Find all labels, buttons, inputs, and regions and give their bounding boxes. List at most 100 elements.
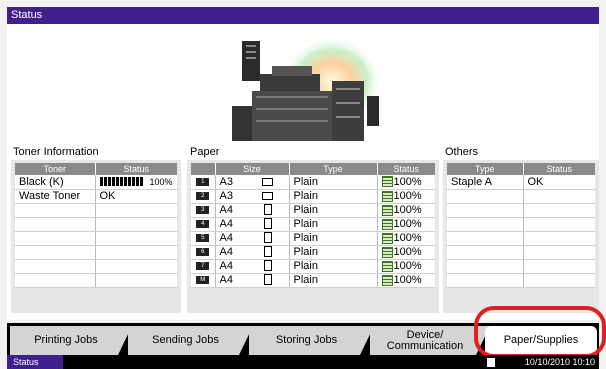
paper-level-percent: 100% [393, 274, 422, 286]
tab-storing-jobs[interactable]: Storing Jobs [249, 326, 374, 355]
paper-status: 100% [377, 217, 435, 232]
paper-header-status: Status [377, 163, 435, 175]
window-title: Status [7, 7, 599, 24]
paper-size-label: A4 [219, 245, 233, 258]
tray-cell: 5 [191, 231, 216, 246]
tray-icon: 1 [196, 177, 210, 186]
highlight-circle [474, 306, 606, 358]
table-row: 5 A4 Plain 100% [191, 231, 435, 246]
paper-stack-icon [381, 246, 393, 258]
table-row: 6 A4 Plain 100% [191, 245, 435, 260]
paper-level-percent: 100% [393, 190, 422, 202]
toner-table: Toner Status Black (K) 100% Waste Toner … [15, 163, 177, 288]
table-row: 2 A3 Plain 100% [191, 189, 435, 204]
others-panel: Type Status Staple A OK [443, 160, 599, 313]
tray-icon: 2 [196, 192, 210, 201]
paper-type: Plain [289, 175, 378, 190]
table-row: Waste Toner OK [15, 189, 177, 204]
paper-type: Plain [289, 189, 378, 204]
paper-stack-icon [381, 176, 393, 188]
others-section-title: Others [445, 146, 479, 158]
others-status: OK [523, 175, 595, 190]
table-row [15, 217, 177, 232]
table-row [447, 231, 595, 246]
tray-icon: M [196, 276, 210, 285]
others-type: Staple A [447, 175, 524, 190]
paper-status: 100% [377, 245, 435, 260]
paper-level-percent: 100% [393, 218, 422, 230]
tray-cell: 2 [191, 189, 216, 204]
tray-cell: M [191, 273, 216, 288]
toner-level-bar [99, 177, 144, 187]
paper-table: Size Type Status 1 A3 Plain 100% 2 A3 Plain 100… [191, 163, 435, 288]
paper-size-label: A4 [219, 259, 233, 272]
paper-size-label: A3 [219, 175, 233, 188]
paper-size: A3 [215, 175, 290, 190]
tray-icon: 5 [196, 234, 210, 243]
table-row: Staple A OK [447, 175, 595, 190]
tab-device-communication[interactable]: Device/ Communication [370, 326, 490, 355]
paper-stack-icon [381, 274, 393, 286]
paper-stack-icon [381, 204, 393, 216]
paper-level-percent: 100% [393, 175, 422, 188]
paper-level-percent: 100% [393, 204, 422, 216]
status-content: Toner Information Paper Others Toner Sta… [7, 24, 599, 320]
paper-status: 100% [377, 259, 435, 274]
tab-sending-jobs[interactable]: Sending Jobs [128, 326, 253, 355]
paper-type: Plain [289, 273, 378, 288]
table-row [15, 273, 177, 288]
paper-size: A4 [215, 259, 290, 274]
toner-name: Black (K) [15, 175, 96, 190]
table-row [15, 231, 177, 246]
toner-panel: Toner Status Black (K) 100% Waste Toner … [11, 160, 181, 313]
table-row: Black (K) 100% [15, 175, 177, 190]
toner-header-status: Status [95, 163, 177, 175]
toner-section-title: Toner Information [13, 146, 99, 158]
paper-size: A4 [215, 245, 290, 260]
tray-cell: 3 [191, 203, 216, 218]
paper-portrait-icon [263, 246, 272, 258]
paper-stack-icon [381, 190, 393, 202]
paper-portrait-icon [263, 218, 272, 230]
paper-stack-icon [381, 232, 393, 244]
tray-cell: 1 [191, 175, 216, 190]
table-row [15, 245, 177, 260]
paper-status: 100% [377, 203, 435, 218]
table-row: 4 A4 Plain 100% [191, 217, 435, 232]
paper-status: 100% [377, 189, 435, 204]
paper-type: Plain [289, 231, 378, 246]
paper-size-label: A4 [219, 217, 233, 230]
tray-icon: 6 [196, 248, 210, 257]
paper-portrait-icon [263, 274, 272, 286]
table-row [447, 189, 595, 204]
table-row [447, 259, 595, 274]
others-header-type: Type [447, 163, 524, 175]
table-row [15, 203, 177, 218]
others-table: Type Status Staple A OK [447, 163, 595, 288]
table-row [447, 245, 595, 260]
status-button[interactable]: Status [7, 355, 63, 369]
toner-status: 100% [95, 175, 177, 190]
status-bar: Status 10/10/2010 10:10 [7, 355, 599, 369]
paper-size: A4 [215, 231, 290, 246]
paper-level-percent: 100% [393, 232, 422, 244]
table-row [447, 273, 595, 288]
paper-type: Plain [289, 245, 378, 260]
tray-cell: 6 [191, 245, 216, 260]
table-row: M A4 Plain 100% [191, 273, 435, 288]
paper-level-percent: 100% [393, 246, 422, 258]
paper-panel: Size Type Status 1 A3 Plain 100% 2 A3 Plain 100… [187, 160, 439, 313]
printer-illustration [232, 36, 382, 141]
date-time: 10/10/2010 10:10 [524, 357, 595, 367]
paper-header-type: Type [289, 163, 378, 175]
table-row [15, 259, 177, 274]
table-row [447, 203, 595, 218]
paper-size: A4 [215, 217, 290, 232]
paper-landscape-icon [261, 177, 273, 186]
paper-level-percent: 100% [393, 260, 422, 272]
paper-type: Plain [289, 259, 378, 274]
tray-cell: 7 [191, 259, 216, 274]
paper-size-label: A4 [219, 231, 233, 244]
paper-size: A3 [215, 189, 290, 204]
tab-printing-jobs[interactable]: Printing Jobs [10, 326, 132, 355]
